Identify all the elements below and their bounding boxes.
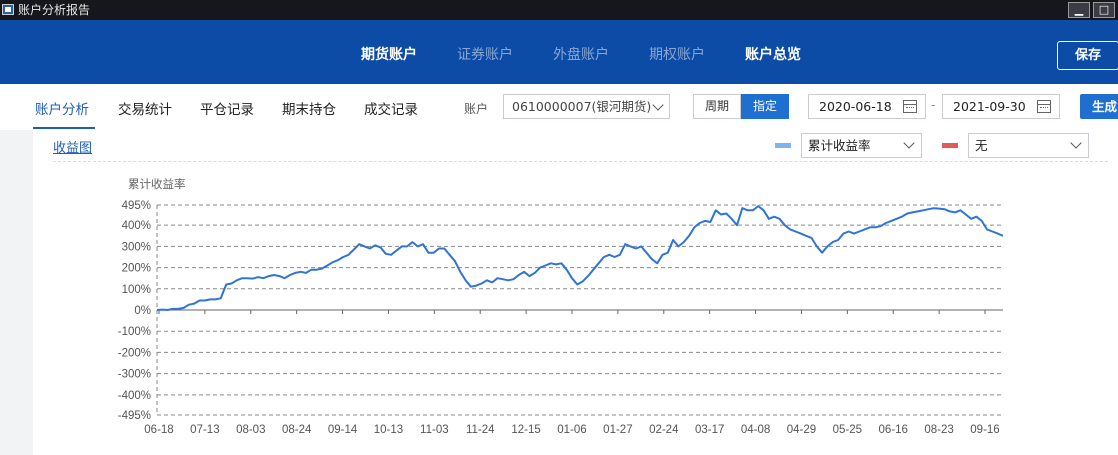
- y-tick-label: -300%: [118, 369, 151, 381]
- x-tick-label: 09-16: [970, 424, 999, 436]
- x-tick-label: 11-03: [420, 424, 449, 436]
- app-window: 账户分析报告 ▁ □ 期货账户 证券账户 外盘账户 期权账户 账户总览 保存 账…: [0, 0, 1118, 455]
- series-line: [156, 205, 1004, 311]
- y-tick-label: -400%: [118, 390, 151, 402]
- y-tick-label: -100%: [118, 326, 151, 338]
- return-chart: 累计收益率 495% 400% 300% 200% 100% 0% -100% -200% -3…: [118, 177, 1004, 436]
- y-tick-label: 100%: [122, 284, 151, 296]
- x-tick-label: 03-17: [695, 424, 724, 436]
- x-tick-label: 08-23: [924, 424, 953, 436]
- x-tick-label: 01-06: [557, 424, 586, 436]
- y-tick-label: 400%: [122, 220, 151, 232]
- y-tick-label: 495%: [122, 200, 151, 212]
- x-tick-label: 05-25: [833, 424, 862, 436]
- x-tick-label: 01-27: [603, 424, 632, 436]
- chart-series: [156, 205, 1004, 311]
- x-axis: 06-18 07-13 08-03 08-24 09-14 10-13 11-03 11-24…: [144, 310, 1000, 436]
- x-tick-label: 11-24: [466, 424, 495, 436]
- x-tick-label: 07-13: [190, 424, 219, 436]
- x-tick-label: 10-13: [374, 424, 403, 436]
- x-tick-label: 06-18: [144, 424, 173, 436]
- y-tick-label: 300%: [122, 241, 151, 253]
- x-tick-label: 08-24: [282, 424, 312, 436]
- x-tick-label: 04-29: [787, 424, 816, 436]
- x-tick-label: 04-08: [741, 424, 770, 436]
- y-tick-label: 200%: [122, 263, 151, 275]
- x-tick-label: 02-24: [649, 424, 679, 436]
- x-tick-label: 06-16: [879, 424, 908, 436]
- x-tick-label: 08-03: [236, 424, 265, 436]
- x-tick-label: 09-14: [328, 424, 358, 436]
- chart-grid: [156, 204, 1003, 416]
- y-axis-title: 累计收益率: [128, 177, 186, 191]
- y-axis: 495% 400% 300% 200% 100% 0% -100% -200% -300% -40…: [118, 200, 151, 422]
- y-tick-label: -495%: [118, 410, 151, 422]
- y-tick-label: -200%: [118, 347, 151, 359]
- x-tick-label: 12-15: [511, 424, 540, 436]
- y-tick-label: 0%: [134, 305, 151, 317]
